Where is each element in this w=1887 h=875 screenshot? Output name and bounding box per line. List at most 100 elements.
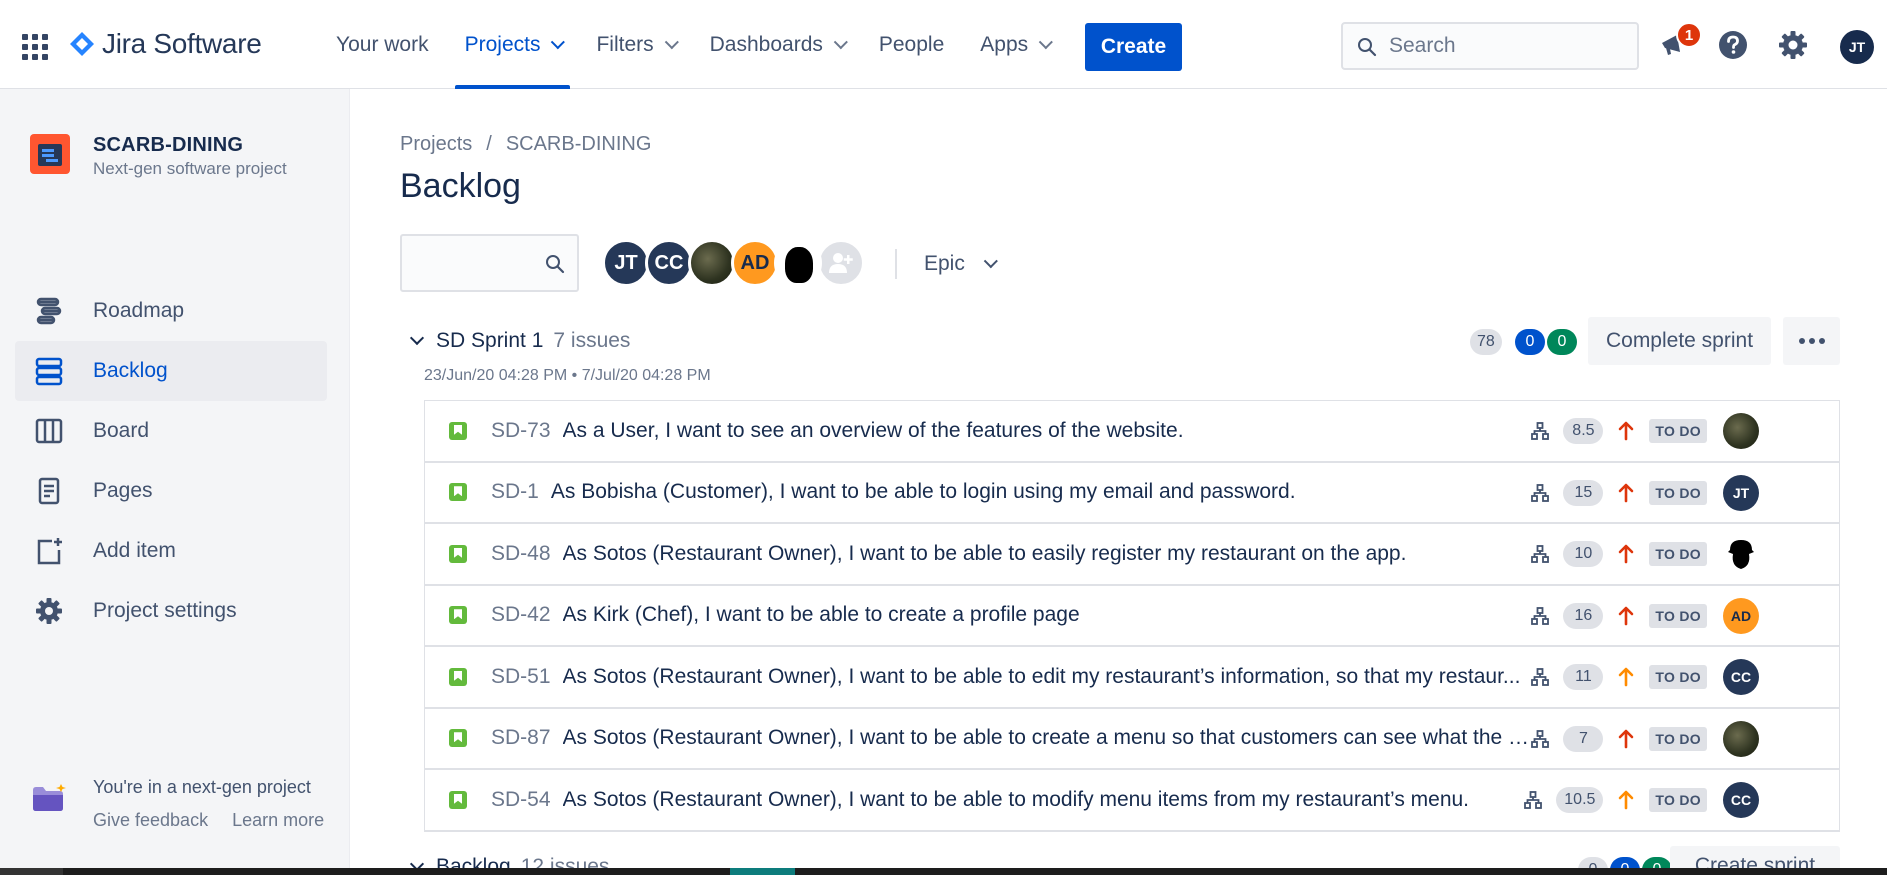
sidebar-item-add-item[interactable]: Add item: [15, 521, 327, 581]
notification-badge: 1: [1676, 22, 1702, 48]
project-avatar-icon[interactable]: [30, 134, 70, 174]
sidebar-item-label: Board: [93, 419, 150, 442]
issue-key[interactable]: SD-48: [491, 542, 551, 566]
issue-row[interactable]: SD-87 As Sotos (Restaurant Owner), I want…: [425, 709, 1839, 770]
child-issues-icon[interactable]: [1531, 422, 1550, 440]
page-title: Backlog: [400, 167, 521, 205]
child-issues-icon[interactable]: [1531, 729, 1550, 748]
settings-icon[interactable]: [1776, 28, 1810, 62]
issue-key[interactable]: SD-42: [491, 603, 551, 627]
issue-row[interactable]: SD-73 As a User, I want to see an overvie…: [425, 401, 1839, 463]
issue-summary[interactable]: As Kirk (Chef), I want to be able to cre…: [563, 603, 1080, 627]
breadcrumb-projects[interactable]: Projects: [400, 133, 472, 156]
breadcrumb-project[interactable]: SCARB-DINING: [506, 133, 652, 156]
priority-high-icon: [1619, 606, 1634, 625]
search-input[interactable]: Search: [1341, 22, 1639, 70]
issue-row[interactable]: SD-51 As Sotos (Restaurant Owner), I want…: [425, 647, 1839, 709]
add-people-button[interactable]: [817, 239, 865, 287]
status-badge[interactable]: TO DO: [1649, 480, 1707, 505]
assignee-avatar[interactable]: JT: [1723, 474, 1759, 511]
app-switcher-icon[interactable]: [22, 34, 48, 60]
assignee-avatar[interactable]: [1723, 720, 1759, 757]
sprint-more-actions-button[interactable]: [1783, 317, 1840, 365]
child-issues-icon[interactable]: [1531, 668, 1550, 686]
avatar-filter-jt[interactable]: JT: [602, 239, 650, 287]
issue-row[interactable]: SD-54 As Sotos (Restaurant Owner), I want…: [425, 770, 1839, 832]
sidebar-item-board[interactable]: Board: [15, 401, 327, 461]
story-points-badge: 10.5: [1556, 787, 1604, 813]
learn-more-link[interactable]: Learn more: [232, 810, 324, 831]
status-badge[interactable]: TO DO: [1649, 419, 1707, 443]
sidebar-item-roadmap[interactable]: Roadmap: [15, 281, 327, 341]
issue-row[interactable]: SD-1 As Bobisha (Customer), I want to be …: [425, 463, 1839, 524]
status-badge[interactable]: TO DO: [1649, 665, 1707, 689]
story-icon: [449, 790, 467, 809]
nav-your-work[interactable]: Your work: [318, 0, 447, 89]
issue-key[interactable]: SD-54: [491, 788, 551, 812]
nav-dashboards[interactable]: Dashboards: [692, 0, 861, 89]
complete-sprint-button[interactable]: Complete sprint: [1588, 317, 1771, 365]
issue-key[interactable]: SD-87: [491, 726, 551, 750]
issue-summary[interactable]: As Sotos (Restaurant Owner), I want to b…: [563, 542, 1407, 566]
sprint-header[interactable]: SD Sprint 1 7 issues: [409, 329, 630, 353]
child-issues-icon[interactable]: [1531, 483, 1550, 502]
issue-summary[interactable]: As Sotos (Restaurant Owner), I want to b…: [563, 665, 1521, 689]
epic-filter[interactable]: Epic: [924, 252, 998, 276]
issue-meta: 10.5 TO DO: [1524, 770, 1707, 830]
user-avatar[interactable]: JT: [1840, 30, 1874, 64]
nav-label: People: [878, 32, 945, 56]
issue-row[interactable]: SD-48 As Sotos (Restaurant Owner), I want…: [425, 524, 1839, 586]
issue-key[interactable]: SD-51: [491, 665, 551, 689]
sidebar-item-pages[interactable]: Pages: [15, 461, 327, 521]
epic-filter-label: Epic: [924, 252, 965, 275]
sidebar-item-backlog[interactable]: Backlog: [15, 341, 327, 401]
sidebar-item-label: Add item: [93, 539, 176, 562]
chevron-down-icon: [1038, 34, 1054, 49]
nav-projects[interactable]: Projects: [447, 0, 579, 89]
nav-apps[interactable]: Apps: [962, 0, 1066, 89]
assignee-avatar[interactable]: AD: [1723, 597, 1759, 634]
assignee-avatar[interactable]: CC: [1723, 782, 1759, 818]
nav-label: Filters: [596, 32, 654, 56]
issue-summary[interactable]: As Bobisha (Customer), I want to be able…: [551, 480, 1296, 504]
issue-summary[interactable]: As Sotos (Restaurant Owner), I want to b…: [563, 788, 1470, 812]
todo-points-badge: 78: [1470, 329, 1502, 355]
issue-row[interactable]: SD-42 As Kirk (Chef), I want to be able t…: [425, 586, 1839, 647]
avatar-filter-ad[interactable]: AD: [731, 239, 779, 287]
sidebar-item-label: Roadmap: [93, 299, 185, 322]
sidebar-item-project-settings[interactable]: Project settings: [15, 581, 327, 641]
issue-summary[interactable]: As Sotos (Restaurant Owner), I want to b…: [563, 726, 1533, 750]
status-badge[interactable]: TO DO: [1649, 788, 1707, 812]
nav-people[interactable]: People: [861, 0, 962, 89]
chevron-down-icon[interactable]: [409, 330, 425, 346]
project-name[interactable]: SCARB-DINING: [93, 134, 243, 157]
assignee-avatar[interactable]: [1723, 413, 1759, 449]
assignee-filter: JT CC AD: [602, 239, 865, 287]
avatar-filter-silhouette[interactable]: [774, 239, 822, 287]
backlog-search-input[interactable]: [400, 234, 579, 292]
jira-logo[interactable]: Jira Software: [68, 28, 262, 60]
issue-key[interactable]: SD-1: [491, 480, 539, 504]
help-icon[interactable]: [1716, 28, 1750, 62]
status-badge[interactable]: TO DO: [1649, 603, 1707, 628]
story-points-badge: 11: [1563, 664, 1604, 690]
issue-summary[interactable]: As a User, I want to see an overview of …: [563, 419, 1184, 443]
avatar-filter-cc[interactable]: CC: [645, 239, 693, 287]
issue-key[interactable]: SD-73: [491, 419, 551, 443]
child-issues-icon[interactable]: [1531, 545, 1550, 563]
sidebar-nav: Roadmap Backlog Board Pages Add item Project …: [15, 281, 327, 641]
assignee-avatar[interactable]: [1723, 536, 1759, 572]
nav-filters[interactable]: Filters: [578, 0, 691, 89]
child-issues-icon[interactable]: [1524, 791, 1543, 809]
status-badge[interactable]: TO DO: [1649, 726, 1707, 751]
sidebar-footer-links: Give feedback Learn more: [93, 810, 324, 831]
status-badge[interactable]: TO DO: [1649, 542, 1707, 566]
child-issues-icon[interactable]: [1531, 606, 1550, 625]
priority-medium-icon: [1619, 790, 1634, 810]
issue-meta: 15 TO DO: [1531, 463, 1707, 523]
give-feedback-link[interactable]: Give feedback: [93, 810, 208, 831]
story-points-badge: 16: [1563, 602, 1604, 629]
avatar-filter-photo[interactable]: [688, 239, 736, 287]
assignee-avatar[interactable]: CC: [1723, 659, 1759, 695]
create-button[interactable]: Create: [1085, 23, 1182, 71]
